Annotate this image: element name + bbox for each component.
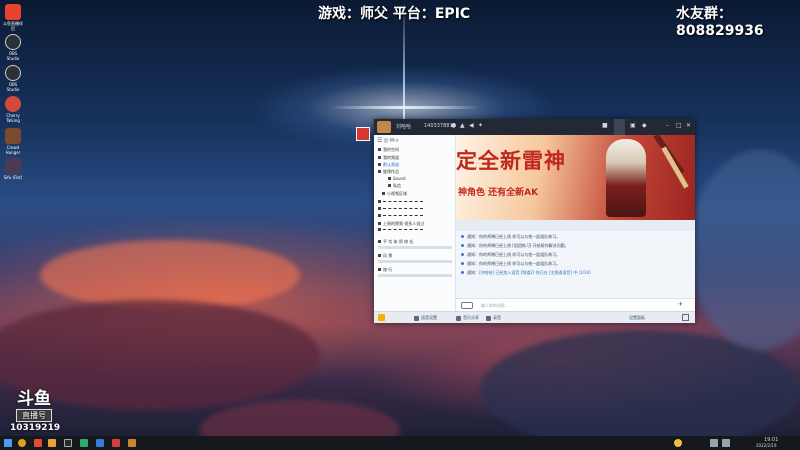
tree-item[interactable]: Sound — [388, 176, 406, 181]
chat-input[interactable]: 输入你的消息... — [481, 303, 509, 309]
tree-item[interactable]: 风 景 — [378, 253, 392, 259]
send-icon[interactable]: ✈ — [678, 301, 683, 308]
network-icon[interactable] — [710, 439, 718, 447]
chrome-icon[interactable] — [18, 439, 26, 447]
message-area: 通知：你的师傅已经上线 你可以与他一起组队练习。 通知：你的师傅已经上线 [组团… — [456, 220, 695, 298]
app-taskbar-icon[interactable] — [128, 439, 136, 447]
microphone-icon[interactable] — [378, 314, 385, 321]
app-taskbar-icon[interactable] — [112, 439, 120, 447]
maximize-icon[interactable]: □ — [676, 123, 682, 129]
message-line: 通知：你的师傅已经上线 你可以与他一起组队练习。 — [461, 261, 560, 267]
message-line: 通知：你的师傅已经上线 你可以与他一起组队练习。 — [461, 252, 560, 258]
brand-name: 斗鱼 — [17, 389, 51, 409]
tree-item[interactable]: 旅 行 — [378, 267, 392, 273]
back-icon[interactable]: ◀ — [469, 123, 475, 129]
chat-input-bar: 输入你的消息... ✈ — [456, 298, 695, 311]
emoji-icon[interactable] — [461, 302, 473, 309]
douyu-logo: 斗鱼 直播号 10319219 — [10, 389, 61, 434]
chat-taskbar-icon[interactable] — [48, 439, 56, 447]
tree-item[interactable] — [378, 213, 423, 218]
game-icon — [5, 158, 21, 174]
divider — [378, 260, 452, 263]
voice-settings-button[interactable]: 语音设置 — [414, 315, 437, 321]
chat-app-icon — [5, 96, 21, 112]
share-icon[interactable]: ▲ — [460, 123, 466, 129]
brand-tagline: 直播号 — [16, 409, 52, 422]
tree-item[interactable] — [378, 206, 423, 211]
douyu-taskbar-icon[interactable] — [34, 439, 42, 447]
obs-icon — [5, 34, 21, 50]
settings-icon[interactable]: ✦ — [478, 123, 484, 129]
home-icon[interactable] — [614, 119, 625, 135]
douyu-app-icon — [5, 4, 21, 20]
start-icon[interactable] — [4, 439, 12, 447]
character-figure — [606, 139, 646, 217]
game-tab-icon[interactable]: ▣ — [630, 123, 636, 129]
desktop-icon-obs-2[interactable]: OBS Studio — [2, 65, 24, 92]
message-icon[interactable]: ■ — [602, 123, 608, 129]
info-dot-icon — [461, 244, 464, 247]
message-line: 通知：你的师傅已经上线 你可以与他一起组队练习。 — [461, 234, 560, 240]
info-dot-icon — [461, 262, 464, 265]
panel-toolbar-icons: ☰◎✉⌕ — [377, 137, 401, 144]
close-icon[interactable]: ✕ — [686, 123, 692, 129]
windows-taskbar: 19:01 2022/2/19 — [0, 436, 800, 450]
expand-icon[interactable] — [682, 314, 689, 321]
tree-item[interactable]: 小视频区域 — [382, 191, 407, 197]
settings-panel-button[interactable]: 设置面板 — [629, 315, 645, 321]
chat-window: 刘哈哈 1403378810 ● ▲ ◀ ✦ ■ ▣ ◆ – □ ✕ ☰◎✉⌕ … — [374, 119, 695, 323]
clock-date[interactable]: 2022/2/19 — [756, 443, 777, 448]
desktop-icon-douyu[interactable]: 斗鱼直播伴侣 — [2, 4, 24, 31]
tree-item[interactable]: 平 均 体 质 修 长 — [378, 239, 413, 245]
background-cloud — [690, 150, 800, 350]
app-taskbar-icon[interactable] — [96, 439, 104, 447]
message-line: 通知：你的师傅已经上线 [组团练习] 开始帮你解决问题。 — [461, 243, 569, 249]
desktop-icon-cherry[interactable]: Cherry Talking — [2, 96, 24, 123]
tree-item[interactable]: 私信 — [388, 183, 401, 189]
divider — [378, 274, 452, 277]
window-titlebar: 刘哈哈 1403378810 ● ▲ ◀ ✦ ■ ▣ ◆ – □ ✕ — [374, 119, 695, 135]
tree-item[interactable]: 默认频道 — [378, 162, 399, 168]
user-icon[interactable]: ● — [451, 123, 457, 129]
info-dot-icon — [461, 253, 464, 256]
tree-item[interactable] — [378, 199, 423, 204]
epic-taskbar-icon[interactable] — [64, 439, 72, 447]
weapon-image — [661, 146, 689, 189]
record-button[interactable]: 录音 — [486, 315, 501, 321]
volume-icon[interactable] — [722, 439, 730, 447]
avatar[interactable] — [377, 121, 391, 133]
info-dot-icon — [461, 235, 464, 238]
banner-headline: 定全新雷神 — [456, 148, 566, 173]
banner-subline: 神角色 还有全新AK — [458, 188, 539, 198]
fan-group-number: 水友群：808829936 — [676, 6, 764, 39]
obs-icon — [5, 65, 21, 81]
stream-info-title: 游戏：师父 平台：EPIC — [318, 6, 471, 22]
window-bottom-bar: 语音设置 音乐分享 录音 设置面板 — [374, 311, 695, 323]
store-icon[interactable]: ◆ — [642, 123, 648, 129]
message-line: 通知：[刘哈哈] 已经加入语音 [频道2] 你已在 [主频道语音] 中 (1/3… — [461, 270, 591, 276]
music-share-button[interactable]: 音乐分享 — [456, 315, 479, 321]
minimize-icon[interactable]: – — [666, 123, 672, 129]
app-taskbar-icon[interactable] — [80, 439, 88, 447]
channel-list-panel: ☰◎✉⌕ 我的空间 我的频道 默认频道 旋律作品 Sound 私信 小视频区域 … — [374, 135, 456, 315]
desktop-icon-sifu[interactable]: Sifu (Fist) — [2, 158, 24, 180]
info-dot-icon — [461, 271, 464, 274]
channel-name: 刘哈哈 — [396, 124, 412, 130]
tree-item[interactable]: 旋律作品 — [378, 169, 399, 175]
desktop-icon-crowd-hunger[interactable]: Crowd Hunger — [2, 128, 24, 155]
light-flare — [330, 106, 480, 109]
game-icon — [5, 128, 21, 144]
room-number: 10319219 — [10, 423, 61, 433]
divider — [378, 246, 452, 249]
tree-item[interactable] — [378, 227, 423, 232]
floating-badge-icon[interactable] — [356, 127, 370, 141]
tray-icon[interactable] — [674, 439, 682, 447]
desktop-icon-obs[interactable]: OBS Studio — [2, 34, 24, 61]
tree-item[interactable]: 我的频道 — [378, 155, 399, 161]
promo-banner[interactable]: 定全新雷神 神角色 还有全新AK — [456, 135, 695, 220]
tree-item[interactable]: 我的空间 — [378, 147, 399, 153]
message-header-strip — [456, 220, 695, 231]
